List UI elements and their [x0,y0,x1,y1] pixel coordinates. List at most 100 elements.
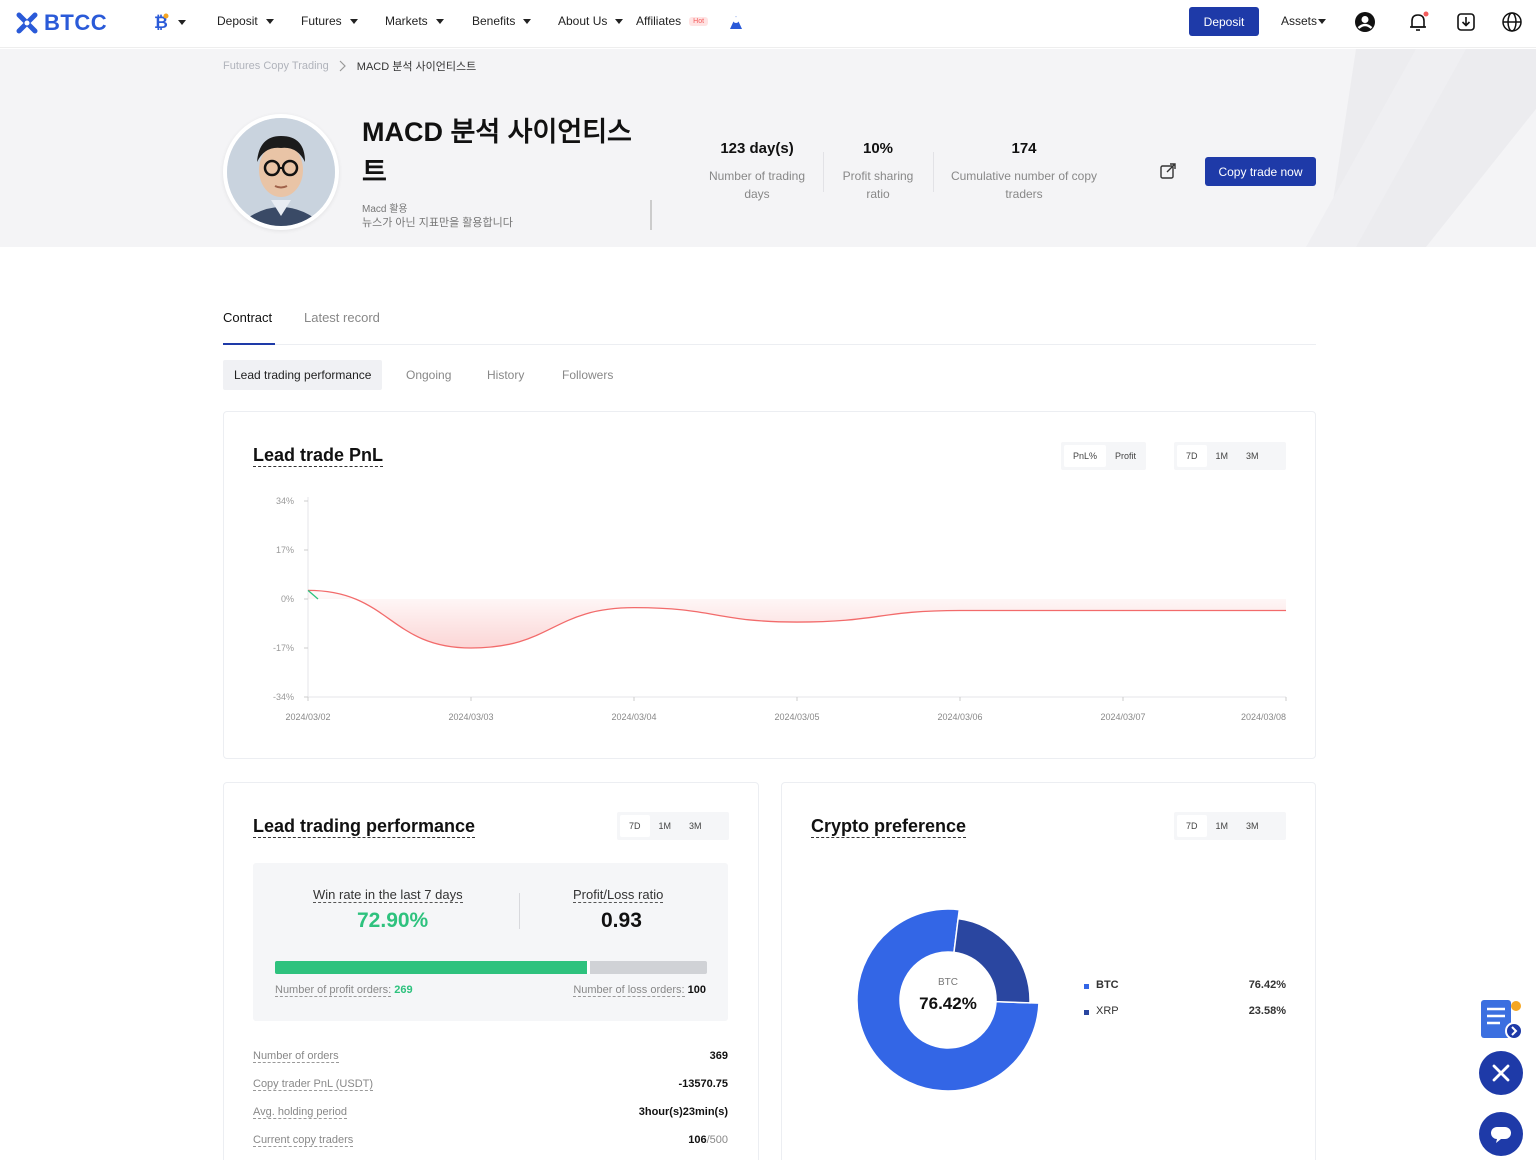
legend-swatch [1084,1010,1089,1015]
bell-icon[interactable] [1406,10,1430,34]
nav-item-about-us[interactable]: About Us [558,14,624,28]
subtab-followers[interactable]: Followers [562,360,613,390]
legend-item: XRP 23.58% [1084,1005,1286,1023]
stat-profit-sharing: 10% Profit sharing ratio [836,140,920,203]
pnl-line-chart: 34% 17% 0% -17% -34% 2024/03/02 2024/03/03 2024… [273,496,1287,722]
chevron-down-icon [349,18,358,24]
x-tick-label: 2024/03/03 [448,712,493,722]
top-navigation: BTCC ₿ Deposit Futures Markets Benefits Abou… [0,0,1536,48]
stat-row-holding: Avg. holding period 3hour(s)23min(s) [253,1106,728,1126]
stat-label: Profit sharing ratio [842,169,914,201]
chevron-down-icon [265,18,274,24]
row-label: Avg. holding period [253,1106,347,1119]
pnl-area [308,590,1286,648]
divider [519,893,520,929]
subtab-ongoing[interactable]: Ongoing [406,360,451,390]
chevron-down-icon [615,18,624,24]
breadcrumb: Futures Copy Trading MACD 분석 사이언티스트 [223,58,476,74]
win-rate-panel: Win rate in the last 7 days 72.90% Profi… [253,863,728,1021]
crypto-period-toggle: 7D 1M 3M [1174,812,1286,840]
performance-period-toggle: 7D 1M 3M [617,812,729,840]
copy-trade-button[interactable]: Copy trade now [1205,157,1316,186]
donut-slice-xrp [953,917,1031,1004]
legend-percent: 23.58% [1248,1005,1286,1017]
nav-item-label: Futures [301,14,342,28]
x-tick-label: 2024/03/07 [1100,712,1145,722]
donut-center-value: 76.42% [919,994,977,1013]
profit-orders-label: Number of profit orders: [275,984,392,997]
legend-item: BTC 76.42% [1084,979,1286,997]
y-tick-label: 0% [281,594,294,604]
nav-item-label: Markets [385,14,428,28]
nav-item-affiliates[interactable]: Affiliates Hot [636,14,709,28]
logo-text: BTCC [44,10,108,35]
tab-latest-record[interactable]: Latest record [304,310,380,325]
trader-bio-line1: Macd 활용 [362,204,408,215]
loss-orders: Number of loss orders: 100 [573,984,706,997]
row-label: Copy trader PnL (USDT) [253,1078,374,1091]
stat-value: 10% [862,140,894,157]
crypto-menu[interactable]: ₿ [152,12,186,32]
period-7d[interactable]: 7D [1177,445,1207,467]
crypto-card-title: Crypto preference [811,816,967,838]
stat-row-copy-pnl: Copy trader PnL (USDT) -13570.75 [253,1078,728,1098]
mode-pnl-percent[interactable]: PnL% [1064,445,1107,467]
nav-item-markets[interactable]: Markets [385,14,444,28]
y-tick-label: 17% [276,545,294,555]
y-tick-label: -34% [273,692,294,702]
btcc-logo[interactable]: BTCC [16,10,107,36]
mode-profit[interactable]: Profit [1106,445,1145,467]
subtab-history[interactable]: History [487,360,524,390]
x-tick-label: 2024/03/05 [774,712,819,722]
nav-item-benefits[interactable]: Benefits [472,14,532,28]
download-icon[interactable] [1454,10,1478,34]
x-tick-label: 2024/03/02 [285,712,330,722]
pl-ratio-label: Profit/Loss ratio [573,887,664,903]
loss-orders-label: Number of loss orders: [573,984,685,997]
profit-loss-bar [275,961,707,974]
profit-bar-fill [275,961,590,974]
stat-label: Cumulative number of copy traders [950,169,1098,201]
active-tab-underline [223,343,275,345]
period-7d[interactable]: 7D [620,815,650,837]
x-tick-label: 2024/03/06 [937,712,982,722]
nav-item-label: Deposit [217,14,258,28]
task-list-icon[interactable] [1478,996,1524,1042]
performance-card-title: Lead trading performance [253,816,476,838]
period-3m[interactable]: 3M [680,815,711,837]
period-7d[interactable]: 7D [1177,815,1207,837]
row-value: 369 [709,1050,728,1062]
period-1m[interactable]: 1M [650,815,681,837]
period-3m[interactable]: 3M [1237,815,1268,837]
trader-name: MACD 분석 사이언티스트 [362,117,632,187]
background-decoration [1306,49,1536,247]
tab-contract[interactable]: Contract [223,310,272,325]
period-1m[interactable]: 1M [1207,445,1238,467]
globe-icon[interactable] [1500,10,1524,34]
nav-item-futures[interactable]: Futures [301,14,358,28]
trader-avatar [223,114,339,230]
row-value: 106/500 [688,1134,728,1146]
mascot-icon[interactable] [724,10,748,34]
row-value: 3hour(s)23min(s) [638,1106,728,1118]
loss-orders-value: 100 [687,984,706,996]
assets-menu[interactable]: Assets [1281,14,1327,28]
nav-item-deposit[interactable]: Deposit [217,14,274,28]
pnl-mode-toggle: PnL% Profit [1061,442,1146,470]
nav-item-label: Benefits [472,14,516,28]
stat-copy-traders: 174 Cumulative number of copy traders [946,140,1102,203]
breadcrumb-parent[interactable]: Futures Copy Trading [223,60,329,72]
assets-label: Assets [1281,14,1318,28]
stat-trading-days: 123 day(s) Number of trading days [700,140,814,203]
share-icon[interactable] [1159,162,1177,180]
period-1m[interactable]: 1M [1207,815,1238,837]
row-label: Number of orders [253,1050,339,1063]
subtab-lead-trading-performance[interactable]: Lead trading performance [223,360,383,390]
chevron-down-icon [435,18,444,24]
chat-support-icon[interactable] [1479,1112,1523,1156]
period-3m[interactable]: 3M [1237,445,1268,467]
stat-row-orders: Number of orders 369 [253,1050,728,1070]
user-icon[interactable] [1353,10,1377,34]
x-social-icon[interactable] [1479,1051,1523,1095]
deposit-button[interactable]: Deposit [1189,7,1259,36]
